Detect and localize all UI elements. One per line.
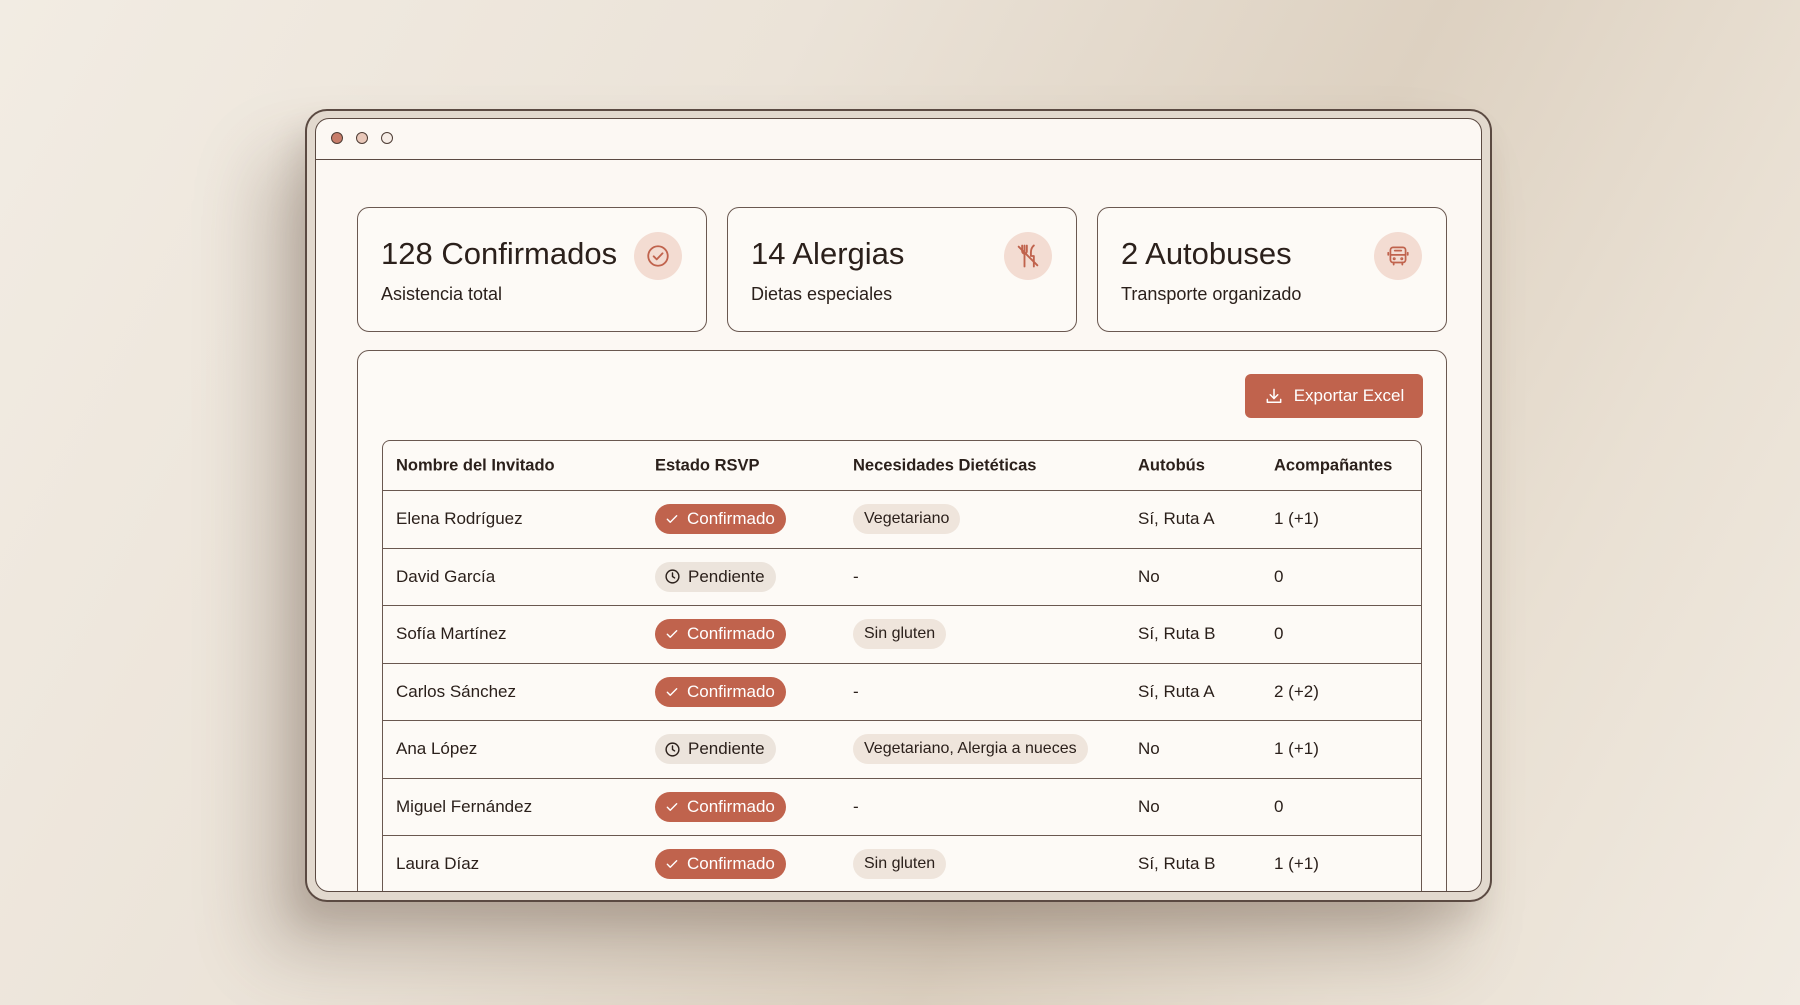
close-window-button[interactable] <box>331 132 343 144</box>
check-icon <box>666 860 678 869</box>
stat-subtitle: Transporte organizado <box>1121 284 1302 304</box>
companions-value: 1 (+1) <box>1274 739 1319 759</box>
stat-card-buses: 2 Autobuses Transporte organizado <box>1097 207 1447 332</box>
bus-value: Sí, Ruta A <box>1138 509 1215 529</box>
companions-value: 1 (+1) <box>1274 509 1319 529</box>
status-badge: Pendiente <box>655 561 776 592</box>
column-header-companions[interactable]: Acompañantes <box>1274 456 1392 475</box>
table-row[interactable]: Sofía Martínez Confirmado Sin gluten Sí,… <box>383 606 1421 664</box>
diet-badge: Sin gluten <box>853 619 947 650</box>
diet-label: Sin gluten <box>853 849 947 880</box>
stat-card-allergies: 14 Alergias Dietas especiales <box>727 207 1077 332</box>
status-label: Confirmado <box>687 854 775 874</box>
bus-value: No <box>1138 739 1160 759</box>
bus-value: Sí, Ruta B <box>1138 854 1216 874</box>
export-button-label: Exportar Excel <box>1293 386 1405 405</box>
guest-name: Sofía Martínez <box>396 624 507 644</box>
bus-value: No <box>1138 566 1160 586</box>
bus-value: Sí, Ruta A <box>1138 681 1215 701</box>
diet-badge: Vegetariano, Alergia a nueces <box>853 734 1088 765</box>
status-label: Confirmado <box>687 681 775 701</box>
stat-subtitle: Asistencia total <box>381 284 503 304</box>
diet-badge: Vegetariano <box>853 504 961 535</box>
browser-window: 128 Confirmados Asistencia total 14 Aler… <box>305 109 1492 902</box>
guest-name: Laura Díaz <box>396 854 480 874</box>
diet-value: - <box>853 566 859 586</box>
status-label: Pendiente <box>688 566 765 586</box>
status-label: Confirmado <box>687 509 775 529</box>
status-badge: Confirmado <box>655 791 786 822</box>
maximize-window-button[interactable] <box>381 132 393 144</box>
clock-icon <box>665 569 680 584</box>
diet-label: Vegetariano, Alergia a nueces <box>853 734 1088 765</box>
companions-value: 2 (+2) <box>1274 681 1319 701</box>
minimize-window-button[interactable] <box>356 132 368 144</box>
check-icon <box>666 515 678 524</box>
column-header-rsvp[interactable]: Estado RSVP <box>655 456 760 475</box>
diet-badge: Sin gluten <box>853 849 947 880</box>
check-icon <box>666 687 678 696</box>
status-badge: Confirmado <box>655 504 786 535</box>
table-row[interactable]: Miguel Fernández Confirmado - No 0 <box>383 779 1421 836</box>
status-label: Confirmado <box>687 624 775 644</box>
status-label: Confirmado <box>687 796 775 816</box>
table-row[interactable]: Carlos Sánchez Confirmado - Sí, Ruta A 2… <box>383 664 1421 721</box>
window-titlebar <box>316 119 1481 160</box>
table-header-row: Nombre del Invitado Estado RSVP Necesida… <box>383 441 1421 491</box>
bus-icon <box>1374 232 1422 280</box>
diet-value: - <box>853 681 859 701</box>
diet-label: Sin gluten <box>853 619 947 650</box>
table-row[interactable]: Elena Rodríguez Confirmado Vegetariano S… <box>383 491 1421 549</box>
stat-subtitle: Dietas especiales <box>751 284 893 304</box>
stat-title: 128 Confirmados <box>381 236 618 271</box>
companions-value: 0 <box>1274 624 1284 644</box>
window-content: 128 Confirmados Asistencia total 14 Aler… <box>315 118 1482 892</box>
clock-icon <box>665 742 680 757</box>
stat-title: 2 Autobuses <box>1121 236 1292 271</box>
companions-value: 0 <box>1274 566 1284 586</box>
status-badge: Confirmado <box>655 619 786 650</box>
diet-value: - <box>853 796 859 816</box>
no-utensils-icon <box>1004 232 1052 280</box>
column-header-bus[interactable]: Autobús <box>1138 456 1205 475</box>
guest-name: Ana López <box>396 739 478 759</box>
guest-table: Nombre del Invitado Estado RSVP Necesida… <box>382 440 1422 891</box>
guest-name: David García <box>396 566 496 586</box>
status-badge: Confirmado <box>655 676 786 707</box>
export-excel-button[interactable]: Exportar Excel <box>1245 374 1423 418</box>
guest-table-card: Exportar Excel Nombre del Invitado Estad… <box>357 350 1447 891</box>
table-row[interactable]: Laura Díaz Confirmado Sin gluten Sí, Rut… <box>383 836 1421 891</box>
guest-name: Carlos Sánchez <box>396 681 517 701</box>
table-row[interactable]: David García Pendiente - No 0 <box>383 549 1421 606</box>
companions-value: 1 (+1) <box>1274 854 1319 874</box>
status-label: Pendiente <box>688 739 765 759</box>
guest-name: Miguel Fernández <box>396 796 533 816</box>
check-icon <box>666 630 678 639</box>
column-header-diet[interactable]: Necesidades Dietéticas <box>853 456 1036 475</box>
stat-card-confirmed: 128 Confirmados Asistencia total <box>357 207 707 332</box>
table-row[interactable]: Ana López Pendiente Vegetariano, Alergia… <box>383 721 1421 779</box>
column-header-name[interactable]: Nombre del Invitado <box>396 456 555 475</box>
download-icon <box>1266 388 1282 403</box>
stat-title: 14 Alergias <box>751 236 905 271</box>
status-badge: Pendiente <box>655 734 776 765</box>
bus-value: Sí, Ruta B <box>1138 624 1216 644</box>
companions-value: 0 <box>1274 796 1284 816</box>
check-circle-icon <box>634 232 682 280</box>
check-icon <box>666 802 678 811</box>
diet-label: Vegetariano <box>853 504 961 535</box>
status-badge: Confirmado <box>655 849 786 880</box>
bus-value: No <box>1138 796 1160 816</box>
guest-name: Elena Rodríguez <box>396 509 523 529</box>
